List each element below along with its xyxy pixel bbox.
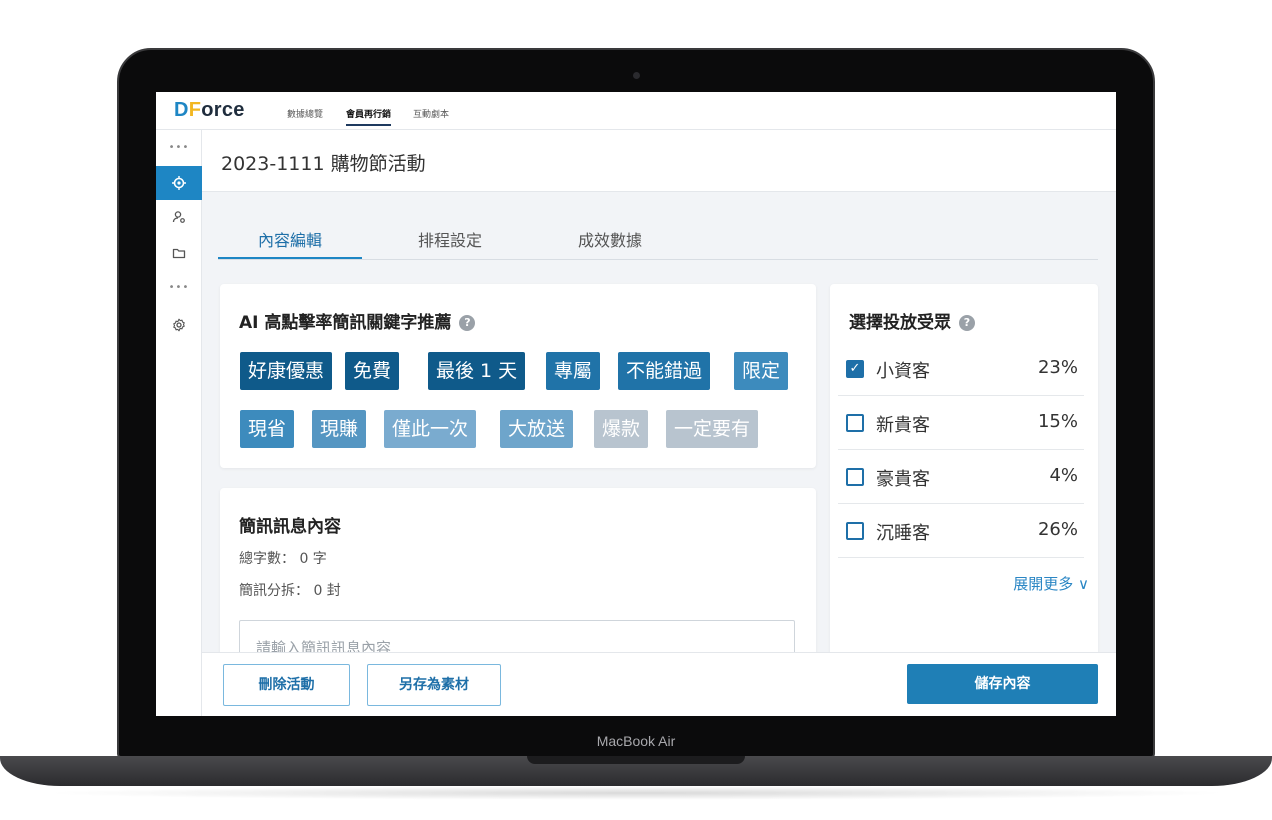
audience-card-title: 選擇投放受眾? <box>849 308 975 333</box>
audience-percentage: 26% <box>1037 519 1078 540</box>
nav-tab-overview[interactable]: 數據總覽 <box>287 107 323 120</box>
keyword-chip[interactable]: 專屬 <box>546 352 601 390</box>
audience-row[interactable]: 豪貴客 4% <box>838 450 1084 504</box>
save-content-button[interactable]: 儲存內容 <box>907 664 1098 704</box>
checkbox[interactable]: ✓ <box>846 360 864 378</box>
tab-performance[interactable]: 成效數據 <box>538 226 682 259</box>
audience-label: 新貴客 <box>876 415 930 436</box>
keyword-chip[interactable]: 免費 <box>345 352 400 390</box>
tab-content-edit[interactable]: 內容編輯 <box>218 226 362 259</box>
keyword-chip[interactable]: 現省 <box>240 410 295 448</box>
keyword-chip[interactable]: 好康優惠 <box>240 352 333 390</box>
tab-schedule[interactable]: 排程設定 <box>378 226 522 259</box>
audience-label: 小資客 <box>876 361 930 382</box>
sidebar-more-icon[interactable]: ••• <box>156 130 202 164</box>
page-title: 2023-1111 購物節活動 <box>221 153 426 175</box>
sidebar: ••• ••• <box>156 130 202 716</box>
checkbox[interactable] <box>846 468 864 486</box>
laptop-shadow <box>40 786 1232 800</box>
keyword-chip[interactable]: 現賺 <box>312 410 367 448</box>
keyword-chip[interactable]: 一定要有 <box>666 410 759 448</box>
page-header: 2023-1111 購物節活動 <box>202 130 1116 192</box>
keyword-chip[interactable]: 爆款 <box>594 410 649 448</box>
dforce-logo[interactable]: DForce <box>174 99 245 122</box>
audience-row[interactable]: 新貴客 15% <box>838 396 1084 450</box>
sms-card-title: 簡訊訊息內容 <box>239 517 341 537</box>
sidebar-more-icon-2[interactable]: ••• <box>156 270 202 304</box>
audience-label: 沉睡客 <box>876 523 930 544</box>
audience-row[interactable]: ✓ 小資客 23% <box>838 342 1084 396</box>
audience-percentage: 15% <box>1037 411 1078 432</box>
top-navigation: DForce 數據總覽 會員再行銷 互動劇本 <box>156 92 1116 130</box>
expand-more-link[interactable]: 展開更多 ∨ <box>1013 573 1089 594</box>
sidebar-user-settings-icon[interactable] <box>156 200 202 234</box>
camera-dot <box>633 72 640 79</box>
app-screen: DForce 數據總覽 會員再行銷 互動劇本 ••• ••• 2023-1111… <box>156 92 1116 716</box>
audience-label: 豪貴客 <box>876 469 930 490</box>
sidebar-folder-icon[interactable] <box>156 236 202 270</box>
keyword-chip[interactable]: 不能錯過 <box>618 352 711 390</box>
keyword-chip[interactable]: 最後 1 天 <box>428 352 526 390</box>
content-tabs: 內容編輯 排程設定 成效數據 <box>218 226 1098 260</box>
help-icon[interactable]: ? <box>459 315 476 331</box>
sms-char-count: 總字數： 0 字 <box>239 551 327 567</box>
audience-row[interactable]: 沉睡客 26% <box>838 504 1084 558</box>
help-icon[interactable]: ? <box>959 315 975 331</box>
keyword-card-title: AI 高點擊率簡訊關鍵字推薦? <box>239 308 476 333</box>
checkbox[interactable] <box>846 414 864 432</box>
keyword-recommend-card: AI 高點擊率簡訊關鍵字推薦? 好康優惠 免費 最後 1 天專屬 不能錯過 限定現省 現賺… <box>220 284 816 468</box>
sidebar-target-icon[interactable] <box>156 166 202 200</box>
checkbox[interactable] <box>846 522 864 540</box>
sidebar-gear-icon[interactable] <box>156 308 202 342</box>
keyword-chip[interactable]: 限定 <box>734 352 789 390</box>
sms-split-count: 簡訊分拆： 0 封 <box>239 583 341 599</box>
nav-tab-scripts[interactable]: 互動劇本 <box>413 107 449 120</box>
audience-percentage: 23% <box>1037 357 1078 378</box>
action-footer: 刪除活動 另存為素材 儲存內容 <box>202 652 1116 716</box>
device-label: MacBook Air <box>596 733 676 749</box>
laptop-notch <box>527 756 745 764</box>
keyword-chip[interactable]: 僅此一次 <box>384 410 477 448</box>
delete-campaign-button[interactable]: 刪除活動 <box>223 664 350 706</box>
nav-tab-remarketing[interactable]: 會員再行銷 <box>346 107 392 126</box>
save-as-material-button[interactable]: 另存為素材 <box>367 664 501 706</box>
audience-percentage: 4% <box>1049 465 1078 486</box>
keyword-chip[interactable]: 大放送 <box>500 410 574 448</box>
audience-card: 選擇投放受眾? ✓ 小資客 23% 新貴客 15% 豪貴客 4% 沉睡客 26% 展開更多 ∨ <box>830 284 1098 664</box>
